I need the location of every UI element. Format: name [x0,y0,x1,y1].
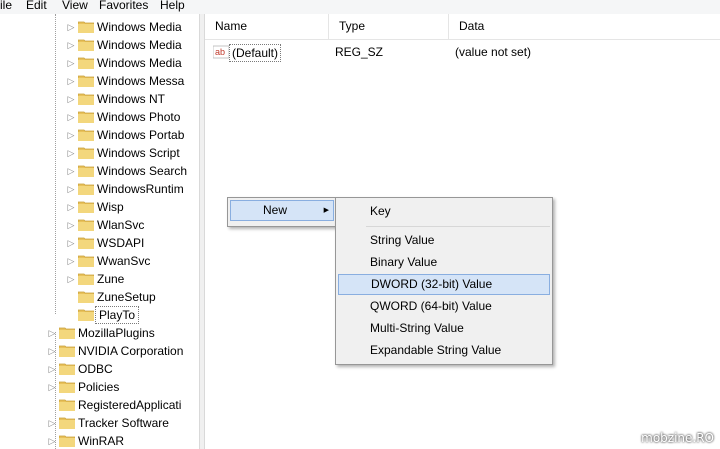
tree-node-label: Windows Search [97,164,188,178]
folder-icon [59,381,75,393]
folder-icon [59,363,75,375]
expand-arrow-icon[interactable]: ▷ [47,360,57,378]
expand-arrow-icon[interactable]: ▷ [66,216,76,234]
menu-item-new[interactable]: New ▶ [230,200,334,221]
expand-arrow-icon[interactable]: ▷ [66,252,76,270]
folder-icon [78,201,94,213]
tree-node-label: ZuneSetup [97,290,156,304]
folder-icon [78,57,94,69]
expand-arrow-icon[interactable]: ▷ [66,18,76,36]
menu-file[interactable]: ile [0,0,12,12]
context-menu: New ▶ [227,197,337,227]
tree-node-label: WlanSvc [97,218,145,232]
tree-node-label: ODBC [78,362,113,376]
new-submenu: Key String Value Binary Value DWORD (32-… [335,197,553,365]
expand-arrow-icon[interactable]: ▷ [66,234,76,252]
folder-icon [78,219,94,231]
tree-node-label: WindowsRuntim [97,182,184,196]
svg-text:ab: ab [215,47,225,57]
menu-item-expandable-string-value[interactable]: Expandable String Value [338,340,550,361]
folder-icon [78,309,94,321]
watermark: mobzine.RO [641,431,714,445]
folder-icon [78,93,94,105]
menu-item-dword-value[interactable]: DWORD (32-bit) Value [338,274,550,295]
expand-arrow-icon[interactable]: ▷ [66,162,76,180]
tree-node-label: Windows Photo [97,110,181,124]
tree-node-label: Policies [78,380,120,394]
expand-arrow-icon[interactable]: ▷ [47,378,57,396]
expand-arrow-icon[interactable]: ▷ [66,270,76,288]
tree-node-label: WinRAR [78,434,125,448]
folder-icon [78,165,94,177]
expand-arrow-icon[interactable]: ▷ [66,126,76,144]
value-name: (Default) [229,44,282,62]
expand-arrow-icon[interactable]: ▷ [66,144,76,162]
expand-arrow-icon[interactable]: ▷ [47,432,57,449]
expand-arrow-icon[interactable]: ▷ [47,324,57,342]
value-data: (value not set) [455,45,532,59]
header-divider [205,39,720,40]
expand-arrow-icon[interactable]: ▷ [66,90,76,108]
folder-icon [59,399,75,411]
expand-arrow-icon[interactable]: ▷ [66,198,76,216]
submenu-arrow-icon: ▶ [323,207,329,214]
menu-favorites[interactable]: Favorites [99,0,148,12]
tree-node-label: MozillaPlugins [78,326,155,340]
tree-node-label: Windows Messa [97,74,185,88]
tree-guide-line [55,14,56,314]
tree-node-label: NVIDIA Corporation [78,344,184,358]
expand-arrow-icon[interactable]: ▷ [66,54,76,72]
value-type: REG_SZ [335,45,384,59]
folder-icon [59,345,75,357]
tree-node-label: Windows NT [97,92,166,106]
folder-icon [78,183,94,195]
folder-icon [78,237,94,249]
tree-node-label: Windows Script [97,146,180,160]
menu-item-string-value[interactable]: String Value [338,230,550,251]
menu-item-label: New [263,203,288,217]
folder-icon [78,39,94,51]
tree-node-label: Zune [97,272,125,286]
tree-node-label: Wisp [97,200,124,214]
folder-icon [78,21,94,33]
expand-arrow-icon[interactable]: ▷ [47,414,57,432]
expand-arrow-icon[interactable]: ▷ [66,180,76,198]
tree-node-label: Tracker Software [78,416,169,430]
folder-icon [78,291,94,303]
folder-icon [78,273,94,285]
folder-icon [78,147,94,159]
tree-node-label: Windows Media [97,56,182,70]
expand-arrow-icon[interactable]: ▷ [66,36,76,54]
column-header-type[interactable]: Type [329,14,449,39]
expand-arrow-icon[interactable]: ▷ [66,72,76,90]
menu-item-qword-value[interactable]: QWORD (64-bit) Value [338,296,550,317]
menu-item-multi-string-value[interactable]: Multi-String Value [338,318,550,339]
menu-edit[interactable]: Edit [26,0,47,12]
tree-node-label: Windows Media [97,38,182,52]
expand-arrow-icon[interactable]: ▷ [66,108,76,126]
folder-icon [59,327,75,339]
menu-view[interactable]: View [62,0,88,12]
folder-icon [59,435,75,447]
menu-help[interactable]: Help [160,0,185,12]
column-header-name[interactable]: Name [205,14,329,39]
menu-item-binary-value[interactable]: Binary Value [338,252,550,273]
menu-item-key[interactable]: Key [338,201,550,222]
menu-bar: ile Edit View Favorites Help [0,0,720,14]
tree-node-label: Windows Media [97,20,182,34]
folder-icon [78,75,94,87]
tree-node-label: WSDAPI [97,236,145,250]
registry-tree[interactable]: ▷ Windows Media ▷ Windows Media ▷ Windows M… [0,14,199,449]
folder-icon [78,129,94,141]
tree-node-label: Windows Portab [97,128,185,142]
tree-node-label: PlayTo [95,306,140,324]
tree-node-label: RegisteredApplicati [78,398,182,412]
menu-separator [366,226,550,227]
tree-node-label: WwanSvc [97,254,151,268]
column-header-data[interactable]: Data [449,14,720,39]
folder-icon [78,255,94,267]
folder-icon [78,111,94,123]
folder-icon [59,417,75,429]
expand-arrow-icon[interactable]: ▷ [47,342,57,360]
